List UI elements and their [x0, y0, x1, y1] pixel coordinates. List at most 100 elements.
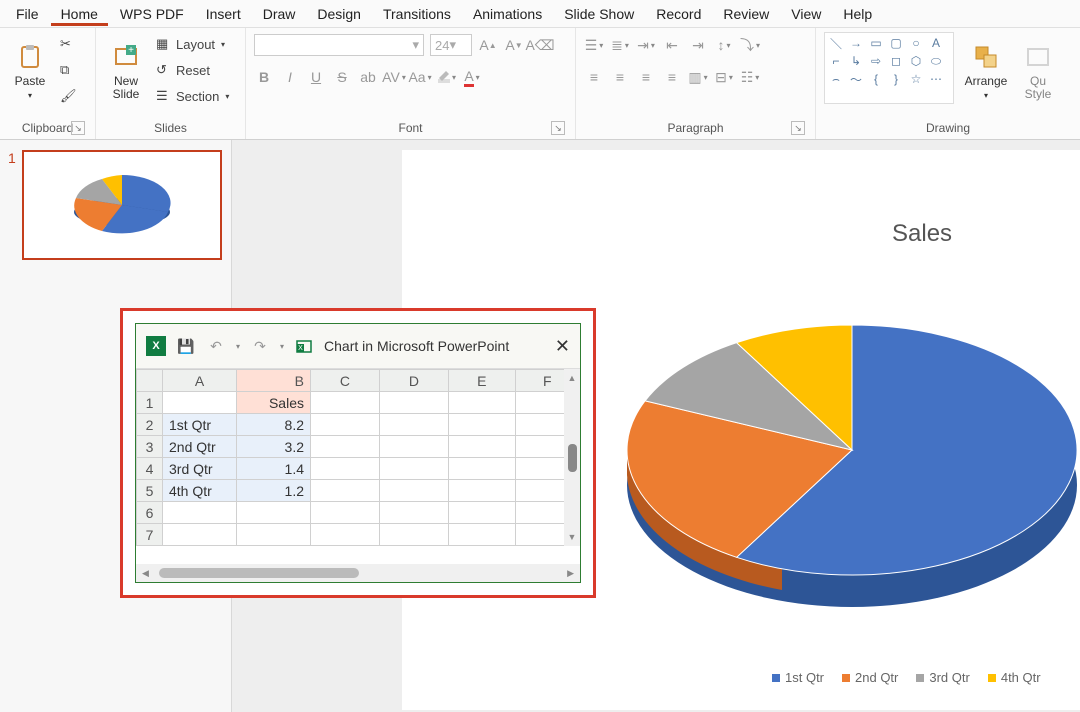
paste-button[interactable]: Paste▾: [8, 32, 52, 112]
font-color-button[interactable]: A: [462, 67, 482, 87]
cell-A6[interactable]: [163, 502, 237, 524]
row-header[interactable]: 1: [137, 392, 163, 414]
font-name-combo[interactable]: ▾: [254, 34, 424, 56]
row-header[interactable]: 3: [137, 436, 163, 458]
change-case-button[interactable]: Aa: [410, 67, 430, 87]
column-header-C[interactable]: C: [311, 370, 380, 392]
slide-thumbnail-1[interactable]: [22, 150, 222, 260]
cell-B4[interactable]: 1.4: [237, 458, 311, 480]
cell-D2[interactable]: [379, 414, 448, 436]
menu-wps-pdf[interactable]: WPS PDF: [110, 2, 194, 26]
save-button[interactable]: 💾: [176, 336, 196, 356]
grow-font-button[interactable]: A▲: [478, 35, 498, 55]
close-button[interactable]: ✕: [555, 336, 570, 357]
select-all-cell[interactable]: [137, 370, 163, 392]
cell-C7[interactable]: [311, 524, 380, 546]
paragraph-dialog-launcher[interactable]: ↘: [791, 121, 805, 135]
section-button[interactable]: ☰Section▾: [152, 84, 233, 108]
new-slide-button[interactable]: + New Slide: [104, 32, 148, 112]
shapes-gallery[interactable]: ＼ → ▭ ▢ ○ A ⌐ ↳ ⇨ ◻ ⬡ ⬭ ⌢ ～ { } ☆ ⋯: [824, 32, 954, 104]
cell-B2[interactable]: 8.2: [237, 414, 311, 436]
column-header-E[interactable]: E: [448, 370, 515, 392]
column-header-B[interactable]: B: [237, 370, 311, 392]
cell-D5[interactable]: [379, 480, 448, 502]
cell-E5[interactable]: [448, 480, 515, 502]
clear-format-button[interactable]: A⌫: [530, 35, 550, 55]
cell-C1[interactable]: [311, 392, 380, 414]
cell-E2[interactable]: [448, 414, 515, 436]
reset-button[interactable]: ↺Reset: [152, 58, 233, 82]
menu-help[interactable]: Help: [833, 2, 882, 26]
char-spacing-button[interactable]: AV: [384, 67, 404, 87]
cell-E6[interactable]: [448, 502, 515, 524]
increase-indent-button[interactable]: ⇥: [688, 35, 708, 55]
shadow-button[interactable]: ab: [358, 67, 378, 87]
cell-C4[interactable]: [311, 458, 380, 480]
row-header[interactable]: 7: [137, 524, 163, 546]
undo-button[interactable]: ↶: [206, 336, 226, 356]
numbering-button[interactable]: ≣: [610, 35, 630, 55]
cell-C6[interactable]: [311, 502, 380, 524]
column-header-A[interactable]: A: [163, 370, 237, 392]
redo-button[interactable]: ↷: [250, 336, 270, 356]
copy-button[interactable]: ⧉: [56, 58, 80, 82]
menu-review[interactable]: Review: [713, 2, 779, 26]
layout-button[interactable]: ▦Layout▾: [152, 32, 233, 56]
shrink-font-button[interactable]: A▼: [504, 35, 524, 55]
cell-B1[interactable]: Sales: [237, 392, 311, 414]
underline-button[interactable]: U: [306, 67, 326, 87]
clipboard-dialog-launcher[interactable]: ↘: [71, 121, 85, 135]
cell-A5[interactable]: 4th Qtr: [163, 480, 237, 502]
cell-A1[interactable]: [163, 392, 237, 414]
column-header-D[interactable]: D: [379, 370, 448, 392]
strike-button[interactable]: S: [332, 67, 352, 87]
smartart-button[interactable]: ☷: [740, 67, 760, 87]
cell-B7[interactable]: [237, 524, 311, 546]
align-left-button[interactable]: ≡: [584, 67, 604, 87]
font-size-combo[interactable]: 24 ▾: [430, 34, 472, 56]
decrease-indent-button[interactable]: ⇤: [662, 35, 682, 55]
cell-E7[interactable]: [448, 524, 515, 546]
menu-transitions[interactable]: Transitions: [373, 2, 461, 26]
text-direction-button[interactable]: ⤵: [740, 35, 760, 55]
cell-C5[interactable]: [311, 480, 380, 502]
align-right-button[interactable]: ≡: [636, 67, 656, 87]
menu-home[interactable]: Home: [51, 2, 108, 26]
list-level-button[interactable]: ⇥: [636, 35, 656, 55]
cell-B3[interactable]: 3.2: [237, 436, 311, 458]
vertical-scrollbar[interactable]: ▲▼: [564, 369, 580, 546]
menu-draw[interactable]: Draw: [253, 2, 306, 26]
cell-B6[interactable]: [237, 502, 311, 524]
align-text-button[interactable]: ⊟: [714, 67, 734, 87]
highlight-button[interactable]: [436, 67, 456, 87]
menu-record[interactable]: Record: [646, 2, 711, 26]
excel-open-icon[interactable]: X: [294, 336, 314, 356]
cell-C3[interactable]: [311, 436, 380, 458]
horizontal-scrollbar[interactable]: ◀▶: [136, 564, 580, 582]
excel-data-grid[interactable]: ABCDEF 1Sales 21st Qtr8.232nd Qtr3.243rd…: [136, 369, 580, 546]
cell-D6[interactable]: [379, 502, 448, 524]
cell-B5[interactable]: 1.2: [237, 480, 311, 502]
menu-design[interactable]: Design: [307, 2, 371, 26]
cell-A2[interactable]: 1st Qtr: [163, 414, 237, 436]
cell-C2[interactable]: [311, 414, 380, 436]
columns-button[interactable]: ▥: [688, 67, 708, 87]
row-header[interactable]: 4: [137, 458, 163, 480]
quick-styles-button[interactable]: Qu Style: [1018, 32, 1058, 112]
menu-insert[interactable]: Insert: [196, 2, 251, 26]
pie-chart[interactable]: [602, 250, 1080, 650]
cell-D4[interactable]: [379, 458, 448, 480]
row-header[interactable]: 5: [137, 480, 163, 502]
cell-E3[interactable]: [448, 436, 515, 458]
row-header[interactable]: 2: [137, 414, 163, 436]
cut-button[interactable]: ✂: [56, 32, 80, 56]
cell-D7[interactable]: [379, 524, 448, 546]
format-painter-button[interactable]: 🖌: [56, 84, 80, 108]
cell-A3[interactable]: 2nd Qtr: [163, 436, 237, 458]
cell-E4[interactable]: [448, 458, 515, 480]
menu-animations[interactable]: Animations: [463, 2, 552, 26]
bold-button[interactable]: B: [254, 67, 274, 87]
italic-button[interactable]: I: [280, 67, 300, 87]
arrange-button[interactable]: Arrange▾: [958, 32, 1014, 112]
justify-button[interactable]: ≡: [662, 67, 682, 87]
